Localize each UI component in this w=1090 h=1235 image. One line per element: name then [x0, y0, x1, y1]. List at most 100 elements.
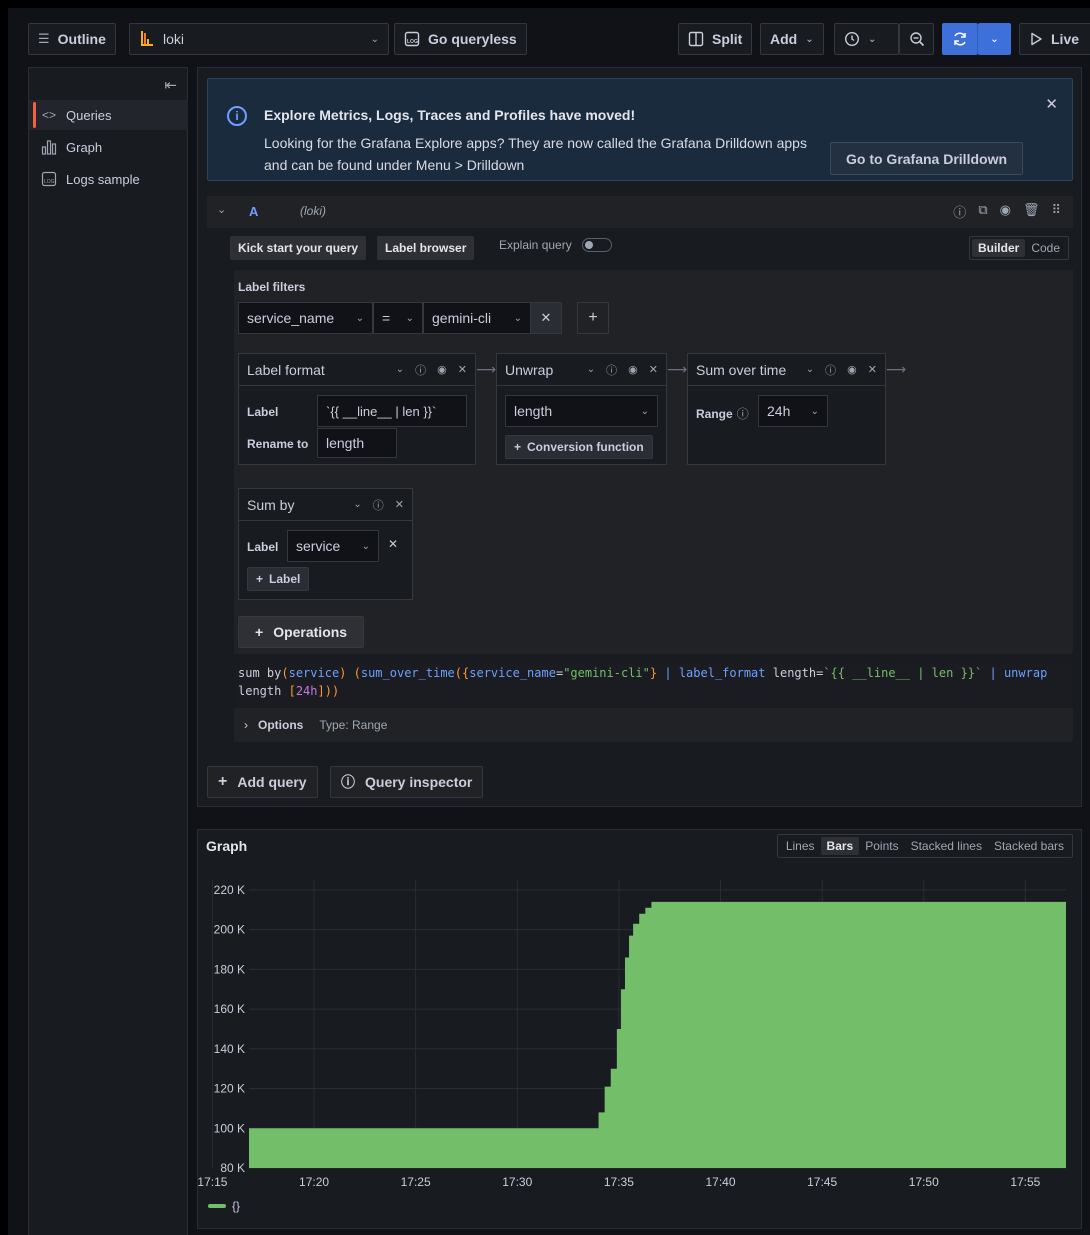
operation-title: Unwrap: [505, 361, 554, 378]
filter-label-select[interactable]: service_name ⌄: [238, 302, 373, 334]
range-select[interactable]: 24h ⌄: [758, 395, 828, 427]
graph-style-switch[interactable]: Lines Bars Points Stacked lines Stacked …: [776, 834, 1073, 858]
code-token: sum_over_time: [360, 666, 455, 680]
query-row-header[interactable]: ⌄ A (loki) ⓘ ⧉ ◉ 🗑 ⠿: [207, 196, 1073, 228]
toggle-switch[interactable]: [581, 238, 612, 252]
graph-panel: Graph Lines Bars Points Stacked lines St…: [197, 829, 1082, 1229]
info-banner: i Explore Metrics, Logs, Traces and Prof…: [207, 78, 1073, 181]
mode-code[interactable]: Code: [1025, 239, 1066, 257]
close-icon[interactable]: ✕: [1045, 95, 1058, 113]
operation-sum-over-time: Sum over time ⌄ ⓘ ◉ ✕ Range ⓘ 24h ⌄: [687, 353, 886, 465]
duplicate-icon[interactable]: ⧉: [978, 202, 987, 221]
info-icon[interactable]: ⓘ: [825, 362, 836, 378]
go-to-drilldown-button[interactable]: Go to Grafana Drilldown: [830, 142, 1024, 175]
add-label-button[interactable]: + Label: [247, 567, 310, 591]
eye-icon[interactable]: ◉: [1000, 202, 1011, 221]
info-icon[interactable]: ⓘ: [373, 497, 384, 513]
info-icon[interactable]: ⓘ: [606, 362, 617, 378]
add-operation-button[interactable]: + Operations: [238, 616, 365, 648]
chevron-down-icon[interactable]: ⌄: [396, 364, 404, 375]
graph-mode-lines[interactable]: Lines: [780, 837, 821, 855]
outline-icon: ☰: [38, 31, 50, 46]
live-button[interactable]: Live: [1019, 23, 1090, 55]
clock-icon: [844, 31, 860, 47]
go-queryless-button[interactable]: LOG Go queryless: [394, 23, 527, 55]
sidebar-item-graph[interactable]: Graph: [29, 132, 188, 162]
chevron-down-icon: ⌄: [640, 405, 649, 417]
close-icon[interactable]: ✕: [395, 498, 404, 511]
outline-button[interactable]: ☰ Outline: [28, 23, 116, 55]
kick-start-button[interactable]: Kick start your query: [230, 236, 367, 260]
refresh-button[interactable]: [942, 23, 978, 55]
filter-operator-select[interactable]: = ⌄: [373, 302, 423, 334]
label-browser-button[interactable]: Label browser: [377, 236, 475, 260]
close-icon[interactable]: ✕: [649, 363, 658, 376]
remove-filter-button[interactable]: ✕: [530, 302, 562, 334]
chevron-down-icon[interactable]: ⌄: [806, 364, 814, 375]
datasource-picker[interactable]: loki ⌄: [129, 23, 389, 55]
sidebar-item-label: Graph: [66, 139, 103, 155]
zoom-out-button[interactable]: [899, 23, 934, 55]
graph-mode-stacked-bars[interactable]: Stacked bars: [988, 837, 1070, 855]
filter-value-select[interactable]: gemini-cli ⌄: [423, 302, 531, 334]
chevron-down-icon[interactable]: ⌄: [217, 203, 226, 216]
eye-icon[interactable]: ◉: [847, 363, 857, 376]
chevron-right-icon[interactable]: ›: [244, 718, 248, 732]
eye-icon[interactable]: ◉: [437, 363, 447, 376]
sidebar-item-label: Logs sample: [66, 171, 140, 187]
explain-query-toggle[interactable]: Explain query: [499, 238, 612, 252]
plus-icon: +: [514, 440, 522, 454]
go-queryless-label: Go queryless: [428, 31, 517, 47]
time-series-chart[interactable]: 80 K 100 K 120 K 140 K 160 K 180 K 200 K 220 K 1…: [198, 860, 1081, 1230]
time-picker-button[interactable]: ⌄: [834, 23, 899, 55]
close-icon[interactable]: ✕: [388, 537, 398, 551]
add-filter-button[interactable]: +: [577, 302, 609, 334]
y-tick-label: 180 K: [214, 962, 245, 976]
unwrap-label-select[interactable]: length ⌄: [505, 395, 658, 427]
split-button[interactable]: Split: [678, 23, 753, 55]
close-icon[interactable]: ✕: [458, 363, 467, 376]
help-icon[interactable]: ⓘ: [953, 202, 966, 221]
collapse-sidebar-icon[interactable]: ⇤: [164, 76, 177, 94]
x-tick-label: 17:55: [1010, 1175, 1040, 1189]
sidebar-item-logs-sample[interactable]: LOG Logs sample: [29, 164, 188, 194]
query-preview: sum by(service) (sum_over_time({service_…: [234, 658, 1073, 704]
chevron-down-icon[interactable]: ⌄: [587, 364, 595, 375]
rename-caption: Rename to: [247, 437, 309, 451]
graph-mode-stacked-lines[interactable]: Stacked lines: [905, 837, 988, 855]
info-icon: i: [227, 106, 247, 126]
x-tick-label: 17:20: [299, 1175, 329, 1189]
eye-icon[interactable]: ◉: [628, 363, 638, 376]
y-tick-label: 80 K: [220, 1161, 245, 1175]
add-button[interactable]: Add ⌄: [760, 23, 824, 55]
x-tick-label: 17:35: [604, 1175, 634, 1189]
logs-icon: LOG: [404, 31, 420, 47]
refresh-icon: [954, 32, 966, 46]
chevron-down-icon: ⌄: [361, 540, 370, 552]
sidebar-item-queries[interactable]: <> Queries: [29, 100, 188, 130]
close-icon[interactable]: ✕: [868, 363, 877, 376]
rename-to-value: length: [326, 435, 365, 451]
query-inspector-button[interactable]: ⓘ Query inspector: [330, 766, 484, 798]
trash-icon[interactable]: 🗑: [1023, 202, 1040, 221]
zoom-out-icon: [909, 32, 924, 47]
mode-builder[interactable]: Builder: [971, 239, 1026, 257]
drag-handle-icon[interactable]: ⠿: [1051, 202, 1061, 221]
refresh-interval-dropdown[interactable]: ⌄: [978, 23, 1011, 55]
add-query-button[interactable]: + Add query: [207, 766, 318, 798]
conversion-function-label: Conversion function: [527, 440, 644, 454]
chevron-down-icon[interactable]: ⌄: [353, 499, 361, 510]
info-icon[interactable]: ⓘ: [415, 362, 426, 378]
graph-mode-bars[interactable]: Bars: [820, 837, 860, 855]
query-options-row[interactable]: › Options Type: Range: [234, 708, 1073, 742]
operation-label-format: Label format ⌄ ⓘ ◉ ✕ Label `{{ __line__ …: [238, 353, 476, 465]
sum-by-label-select[interactable]: service ⌄: [287, 530, 379, 562]
editor-mode-switch[interactable]: Builder Code: [968, 236, 1069, 260]
label-format-expression-input[interactable]: `{{ __line__ | len }}`: [317, 395, 467, 427]
operation-title: Label format: [247, 361, 325, 378]
datasource-name: loki: [163, 31, 185, 47]
rename-to-input[interactable]: length: [317, 428, 397, 458]
query-letter[interactable]: A: [249, 204, 258, 219]
conversion-function-button[interactable]: + Conversion function: [505, 435, 653, 459]
graph-mode-points[interactable]: Points: [859, 837, 904, 855]
